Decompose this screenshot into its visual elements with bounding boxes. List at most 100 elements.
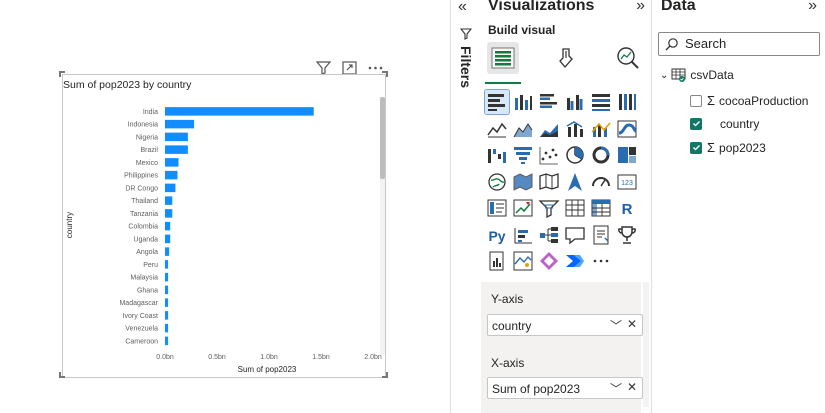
100-stacked-column-chart-icon[interactable]: [615, 90, 639, 114]
bar-madagascar[interactable]: [165, 298, 169, 307]
resize-handle-tr[interactable]: [382, 71, 388, 77]
bar-peru[interactable]: [165, 260, 169, 269]
y-axis-well[interactable]: country ﹀ ✕: [487, 314, 643, 336]
matrix-icon[interactable]: [589, 196, 613, 220]
search-input[interactable]: [685, 36, 815, 51]
remove-field-icon[interactable]: ✕: [627, 317, 637, 331]
bar-indonesia[interactable]: [165, 119, 195, 129]
qna-icon[interactable]: [563, 223, 587, 247]
bar-colombia[interactable]: [165, 221, 171, 231]
remove-field-icon[interactable]: ✕: [627, 380, 637, 394]
funnel-icon[interactable]: [511, 143, 535, 167]
power-apps-icon[interactable]: [537, 249, 561, 273]
field-checkbox[interactable]: [690, 141, 702, 154]
ribbon-chart-icon[interactable]: [615, 117, 639, 141]
field-cocoaProduction[interactable]: ΣcocoaProduction: [690, 93, 808, 108]
field-pop2023[interactable]: Σpop2023: [690, 140, 766, 155]
key-influencers-icon[interactable]: [511, 223, 535, 247]
line-and-column-chart-icon[interactable]: [563, 117, 587, 141]
stacked-bar-chart-icon[interactable]: [484, 89, 510, 115]
paginated-report-icon[interactable]: [485, 249, 509, 273]
x-axis-well[interactable]: Sum of pop2023 ﹀ ✕: [487, 377, 643, 399]
bar-ghana[interactable]: [165, 285, 169, 295]
bar-venezuela[interactable]: [165, 323, 169, 333]
bar-thailand[interactable]: [165, 196, 173, 205]
bar-chart-visual[interactable]: Sum of pop2023 by country India Indonesia…: [62, 74, 386, 378]
format-visual-tab[interactable]: [550, 42, 582, 74]
trophy-icon[interactable]: [615, 223, 639, 247]
treemap-icon[interactable]: [615, 143, 639, 167]
build-visual-tab[interactable]: [487, 42, 519, 74]
stacked-column-chart-icon[interactable]: [511, 90, 535, 114]
slicer-icon[interactable]: [537, 196, 561, 220]
resize-handle-bl[interactable]: [59, 372, 65, 378]
format-visual-icon: [559, 48, 573, 69]
r-visual-icon[interactable]: R: [615, 196, 639, 220]
stacked-area-chart-icon[interactable]: [537, 117, 561, 141]
bar-malaysia[interactable]: [165, 272, 169, 282]
waterfall-chart-icon[interactable]: [485, 143, 509, 167]
chevron-down-icon[interactable]: ⌄: [660, 70, 668, 81]
clustered-column-chart-icon[interactable]: [563, 90, 587, 114]
bar-cameroon[interactable]: [165, 336, 169, 346]
more-icon[interactable]: [589, 249, 613, 273]
bar-brazil[interactable]: [165, 145, 188, 154]
field-checkbox[interactable]: [690, 94, 702, 107]
filled-map-icon[interactable]: [511, 170, 535, 194]
azure-map-icon[interactable]: [563, 170, 587, 194]
line-and-clustered-column-icon[interactable]: [589, 117, 613, 141]
smart-narrative-icon[interactable]: [589, 223, 613, 247]
chart-scrollbar[interactable]: [380, 97, 385, 355]
bar-angola[interactable]: [165, 247, 170, 256]
y-tick-label: Angola: [136, 249, 158, 256]
decomposition-tree-icon[interactable]: [537, 223, 561, 247]
area-chart-icon[interactable]: [511, 117, 535, 141]
gauge-icon[interactable]: [589, 170, 613, 194]
chart-scrollbar-thumb[interactable]: [380, 97, 385, 179]
map-icon[interactable]: [485, 170, 509, 194]
chevron-down-icon[interactable]: ﹀: [610, 380, 622, 397]
field-checkbox[interactable]: [690, 117, 702, 130]
filters-label[interactable]: Filters: [458, 46, 474, 88]
collapse-visualizations-icon[interactable]: »: [636, 0, 645, 15]
power-automate-icon[interactable]: [563, 249, 587, 273]
bar-uganda[interactable]: [165, 234, 171, 244]
bar-dr-congo[interactable]: [165, 183, 176, 193]
chevron-down-icon[interactable]: ﹀: [610, 317, 622, 334]
kpi-icon[interactable]: [511, 196, 535, 220]
field-country[interactable]: country: [690, 117, 759, 131]
bar-tanzania[interactable]: [165, 209, 173, 218]
scatter-chart-icon[interactable]: [537, 143, 561, 167]
x-axis-field: Sum of pop2023: [492, 382, 581, 396]
report-canvas[interactable]: Sum of pop2023 by country India Indonesia…: [0, 0, 450, 413]
collapse-data-icon[interactable]: »: [808, 0, 817, 15]
100-stacked-bar-chart-icon[interactable]: [589, 90, 613, 114]
multi-row-card-icon[interactable]: [485, 196, 509, 220]
wells-scrollbar[interactable]: [643, 282, 649, 407]
resize-handle-tl[interactable]: [59, 71, 65, 77]
active-tab-indicator: [485, 82, 521, 84]
bar-india[interactable]: [165, 107, 314, 116]
arcgis-map-icon[interactable]: [511, 249, 535, 273]
donut-chart-icon[interactable]: [589, 143, 613, 167]
shape-map-icon[interactable]: [537, 170, 561, 194]
sigma-icon: Σ: [707, 140, 716, 155]
analytics-tab[interactable]: [612, 42, 644, 74]
table-icon[interactable]: [563, 196, 587, 220]
table-node-csvdata[interactable]: ⌄ csvData: [660, 68, 734, 82]
data-pane: Data » ⌄ csvData ΣcocoaProduction country…: [652, 0, 825, 413]
bar-nigeria[interactable]: [165, 132, 188, 142]
python-visual-icon[interactable]: Py: [485, 223, 509, 247]
search-box[interactable]: [658, 32, 820, 56]
line-chart-icon[interactable]: [485, 117, 509, 141]
filters-pane[interactable]: « Filters: [450, 0, 482, 413]
bar-mexico[interactable]: [165, 158, 179, 167]
expand-filters-icon[interactable]: «: [458, 0, 467, 16]
clustered-bar-chart-icon[interactable]: [537, 90, 561, 114]
resize-handle-br[interactable]: [382, 372, 388, 378]
bar-philippines[interactable]: [165, 170, 178, 180]
pie-chart-icon[interactable]: [563, 143, 587, 167]
card-icon[interactable]: 123: [615, 170, 639, 194]
bar-ivory-coast[interactable]: [165, 311, 169, 320]
x-tick-label: 0.0bn: [156, 354, 174, 361]
